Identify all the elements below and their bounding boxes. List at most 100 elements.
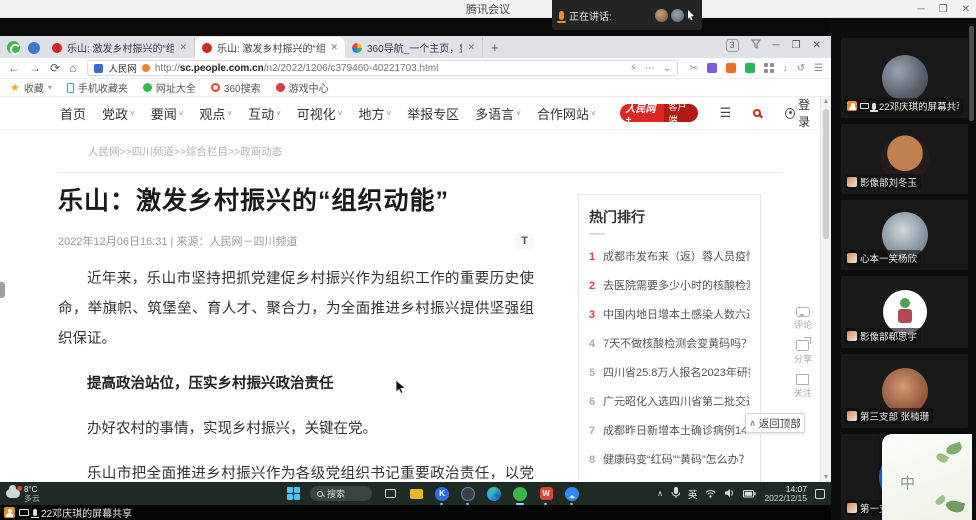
extensions-grid-icon[interactable] (764, 63, 774, 73)
font-size-button[interactable]: T 小字号 (515, 233, 534, 249)
url-text[interactable]: http://sc.people.com.cn/n2/2022/1206/c37… (155, 63, 439, 74)
bookmark-mobile-favorites[interactable]: 手机收藏夹 (67, 80, 128, 95)
tray-chevron-icon[interactable]: ∧ (657, 489, 663, 498)
extension-icon[interactable] (707, 63, 717, 73)
minimize-icon[interactable]: ─ (918, 4, 925, 15)
hot-list-item[interactable]: 8健康码变“红码”“黄码”怎么办？ (589, 451, 750, 467)
screenshot-scissors-icon[interactable]: ✂ (689, 63, 697, 74)
dropdown-icon[interactable]: ⌄ (663, 63, 671, 74)
nav-top-news[interactable]: 要闻˅ (151, 104, 184, 123)
file-explorer-button[interactable] (408, 486, 424, 502)
wifi-icon[interactable] (705, 485, 716, 503)
funnel-icon[interactable] (751, 36, 761, 54)
browser-tab-2-active[interactable]: 乐山: 激发乡村振兴的“组织... ✕ (195, 37, 345, 58)
share-button[interactable]: 分享 (794, 340, 812, 365)
ime-indicator[interactable]: 英 (688, 487, 698, 501)
participant-tile[interactable]: 影像部刘冬玉 (841, 124, 968, 194)
nav-home[interactable]: 首页 (60, 104, 86, 123)
volume-icon[interactable] (724, 485, 735, 503)
dark-app-button[interactable] (460, 486, 476, 502)
download-icon[interactable]: ↓ (783, 63, 788, 74)
hot-list-item[interactable]: 5四川省25.8万人报名2023年研招考试 (589, 364, 750, 380)
battery-icon[interactable] (743, 485, 756, 503)
bookmark-game-center[interactable]: 游戏中心 (276, 80, 329, 95)
wps-button[interactable]: W (538, 486, 554, 502)
tab-close-icon[interactable]: ✕ (179, 42, 187, 53)
nav-regions[interactable]: 地方˅ (358, 104, 391, 123)
nav-opinion[interactable]: 观点˅ (199, 104, 232, 123)
k-app-button[interactable]: K (434, 486, 450, 502)
taskbar-search[interactable]: 搜索 (310, 486, 372, 501)
browser-360-logo-icon[interactable] (7, 41, 20, 54)
participant-tile[interactable]: 第三支部 张楠珊 (841, 354, 968, 428)
browser-close-icon[interactable]: ✕ (813, 40, 821, 51)
browser-maximize-icon[interactable]: ❐ (792, 40, 801, 51)
hot-list-item[interactable]: 6广元昭化入选四川省第二批交通强县试点名单 (589, 393, 750, 409)
hot-list-item[interactable]: 47天不做核酸检测会变黄码吗？ (589, 335, 750, 351)
tray-microphone-icon[interactable] (671, 485, 680, 503)
reload-icon[interactable]: ⟳ (50, 61, 60, 75)
browser-tab-1[interactable]: 乐山: 激发乡村振兴的“组织... ✕ (45, 37, 195, 58)
hot-list-item[interactable]: 1成都市发布来（返）蓉人员疫情防控最新政策 (589, 248, 750, 264)
hot-list-item[interactable]: 3中国内地日增本土感染人数六连降 多地出... (589, 306, 750, 322)
nav-report-zone[interactable]: 举报专区 (407, 104, 459, 123)
nav-party-politics[interactable]: 党政˅ (102, 104, 135, 123)
breadcrumb[interactable]: 人民网>>四川频道>>综合栏目>>政商动态 (88, 144, 820, 159)
bookmark-360-search[interactable]: 360搜索 (211, 80, 261, 95)
site-search-icon[interactable] (753, 109, 761, 117)
back-to-top-button[interactable]: ∧ 返回顶部 (745, 413, 805, 433)
follow-button[interactable]: 关注 (794, 374, 812, 399)
start-button[interactable] (287, 487, 300, 500)
comment-button[interactable]: 评论 (794, 307, 812, 331)
participant-label: 影像部刘冬玉 (845, 174, 921, 190)
nav-visualization[interactable]: 可视化˅ (297, 104, 343, 123)
bookmark-site-directory[interactable]: 网址大全 (143, 80, 196, 95)
scroll-down-icon[interactable]: ▼ (821, 474, 831, 481)
nav-languages[interactable]: 多语言˅ (475, 104, 521, 123)
scroll-up-icon[interactable]: ▲ (821, 98, 831, 105)
weather-widget[interactable]: 8°C 多云 (6, 485, 40, 503)
browser-360-button[interactable] (512, 486, 528, 502)
maximize-icon[interactable]: ❐ (939, 4, 948, 15)
browser-tab-3[interactable]: 360导航_一个主页，整个世界 ✕ (345, 37, 483, 58)
extension-icon[interactable] (745, 63, 755, 73)
hot-list-item[interactable]: 2去医院需要多少小时的核酸检测报告？ (589, 277, 750, 293)
history-undo-icon[interactable]: ↺ (797, 63, 805, 74)
page-scrollbar[interactable]: ▲ ▼ (820, 97, 831, 482)
task-view-button[interactable] (382, 486, 398, 502)
tab-close-icon[interactable]: ✕ (330, 42, 338, 53)
browser-minimize-icon[interactable]: ─ (773, 40, 780, 51)
close-icon[interactable]: ✕ (962, 4, 970, 15)
meeting-app-button[interactable] (564, 486, 580, 502)
browser-profile-icon[interactable] (28, 42, 40, 54)
participant-tile[interactable]: 影像部郗思宇 (841, 276, 968, 348)
side-panel-handle[interactable] (0, 282, 5, 298)
participant-tile[interactable]: 心本一笑杨欣 (841, 200, 968, 270)
taskbar-clock[interactable]: 14:07 2022/12/15 (764, 485, 807, 503)
hot-list-item[interactable]: 7成都昨日新增本土确诊病例144例、本土... (589, 422, 750, 438)
sidebar-scrollbar-thumb[interactable] (969, 26, 974, 121)
address-bar[interactable]: 人民网 http://sc.people.com.cn/n2/2022/1206… (87, 60, 678, 76)
tab-count-badge[interactable]: 3 (726, 39, 739, 52)
forward-icon[interactable]: → (29, 61, 41, 75)
home-icon[interactable]: ⌂ (69, 61, 76, 75)
more-icon[interactable]: ⋯ (645, 63, 655, 74)
nav-interaction[interactable]: 互动˅ (248, 104, 281, 123)
scrollbar-thumb[interactable] (823, 109, 829, 239)
nav-partner-sites[interactable]: 合作网站˅ (537, 104, 596, 123)
security-shield-icon[interactable] (142, 64, 150, 72)
notification-center-icon[interactable] (815, 489, 825, 499)
speed-mode-icon[interactable]: ⚡ (630, 63, 637, 74)
bookmark-favorites[interactable]: ★ 收藏 ▾ (10, 80, 52, 95)
tab-close-icon[interactable]: ✕ (467, 42, 475, 53)
edge-button[interactable] (486, 486, 502, 502)
speaking-indicator[interactable]: 正在讲话: (552, 0, 702, 30)
people-daily-app-badge[interactable]: 人民网+ 客户端 (620, 104, 698, 122)
site-menu-icon[interactable]: ☰ (720, 105, 732, 121)
login-button[interactable]: 登录 (785, 97, 820, 130)
participant-tile-screen-share[interactable]: 22邓庆琪的屏幕共享 (841, 38, 968, 118)
back-icon[interactable]: ← (8, 61, 20, 75)
new-tab-button[interactable]: + (491, 40, 499, 55)
browser-menu-icon[interactable]: ☰ (814, 63, 823, 74)
extension-icon[interactable] (726, 63, 736, 73)
